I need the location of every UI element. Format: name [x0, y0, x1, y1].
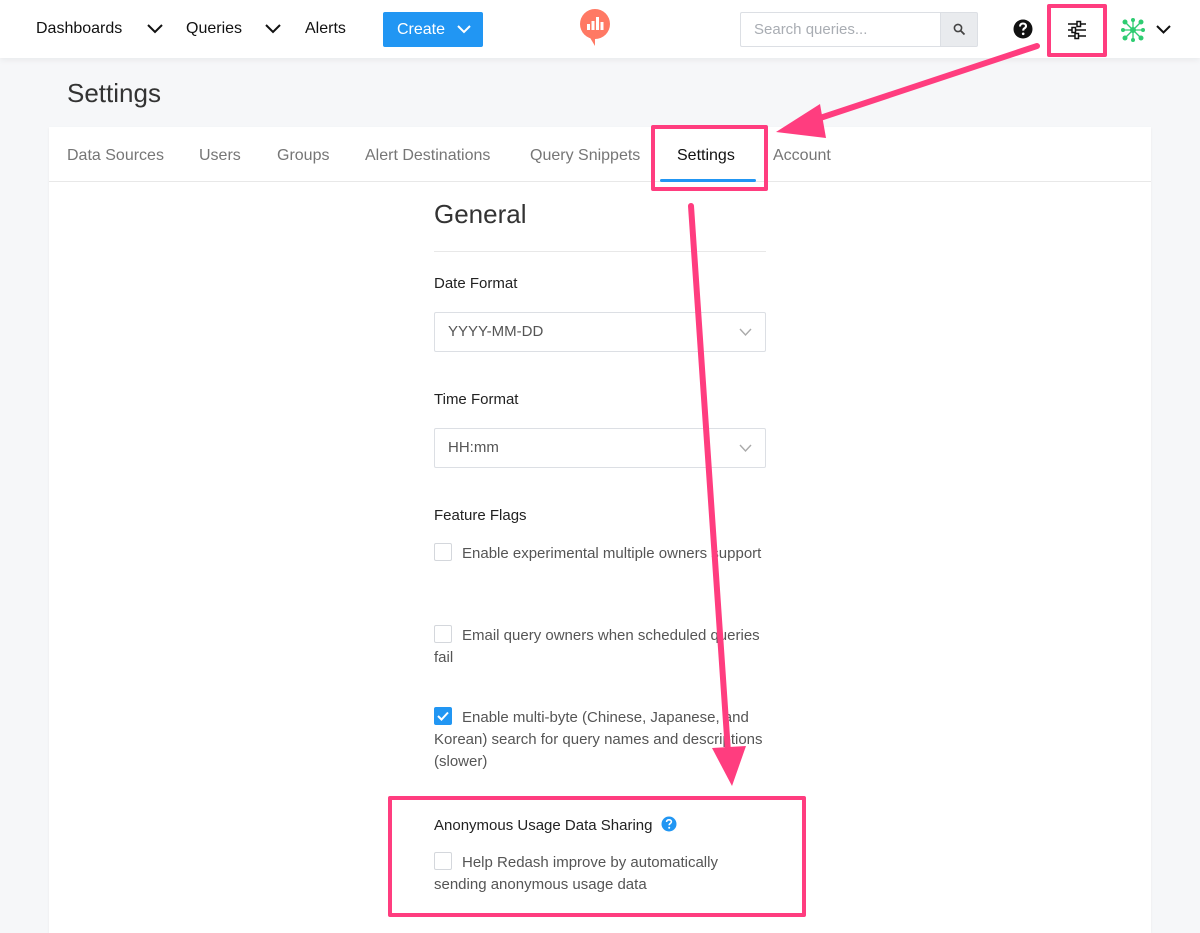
tab-data-sources[interactable]: Data Sources: [67, 127, 164, 182]
time-format-label: Time Format: [434, 391, 519, 408]
search-icon: [953, 23, 966, 36]
checkbox-label: Email query owners when scheduled querie…: [434, 627, 760, 666]
date-format-value: YYYY-MM-DD: [448, 323, 544, 340]
usage-sharing-label-text: Anonymous Usage Data Sharing: [434, 817, 653, 834]
redash-logo-icon[interactable]: [578, 8, 612, 48]
checkbox-label: Help Redash improve by automatically sen…: [434, 854, 718, 893]
tab-users[interactable]: Users: [199, 127, 241, 182]
general-divider: [434, 251, 766, 252]
feature-flag-email-owners[interactable]: Email query owners when scheduled querie…: [434, 625, 774, 669]
time-format-value: HH:mm: [448, 439, 499, 456]
chevron-down-icon: [739, 444, 752, 453]
nav-queries[interactable]: Queries: [186, 0, 242, 58]
checkbox-label: Enable multi-byte (Chinese, Japanese, an…: [434, 709, 763, 770]
date-format-select[interactable]: YYYY-MM-DD: [434, 312, 766, 352]
time-format-select[interactable]: HH:mm: [434, 428, 766, 468]
checkmark-icon: [437, 711, 449, 721]
search-button[interactable]: [940, 12, 978, 47]
help-icon[interactable]: [1013, 19, 1033, 39]
search-input[interactable]: [740, 12, 941, 47]
feature-flags-label: Feature Flags: [434, 507, 527, 524]
checkbox-checked[interactable]: [434, 707, 452, 725]
create-chevron-down-icon: [457, 25, 471, 34]
tab-query-snippets[interactable]: Query Snippets: [530, 127, 640, 182]
feature-flag-multibyte-search[interactable]: Enable multi-byte (Chinese, Japanese, an…: [434, 707, 774, 773]
create-button[interactable]: Create: [383, 12, 483, 47]
chevron-down-icon: [739, 328, 752, 337]
avatar-chevron-down-icon[interactable]: [1155, 21, 1172, 38]
page-title: Settings: [67, 78, 161, 108]
checkbox[interactable]: [434, 543, 452, 561]
feature-flag-multiple-owners[interactable]: Enable experimental multiple owners supp…: [434, 543, 774, 565]
general-heading: General: [434, 199, 527, 229]
active-tab-indicator: [660, 179, 756, 182]
avatar-icon[interactable]: [1120, 17, 1146, 43]
nav-alerts[interactable]: Alerts: [305, 0, 346, 58]
tab-alert-destinations[interactable]: Alert Destinations: [365, 127, 490, 182]
info-icon[interactable]: [661, 816, 677, 832]
queries-chevron-down-icon[interactable]: [264, 20, 282, 38]
nav-dashboards[interactable]: Dashboards: [36, 0, 122, 58]
checkbox[interactable]: [434, 625, 452, 643]
top-navbar: Dashboards Queries Alerts Create: [0, 0, 1200, 58]
tab-groups[interactable]: Groups: [277, 127, 329, 182]
tab-settings[interactable]: Settings: [677, 127, 735, 182]
usage-sharing-label: Anonymous Usage Data Sharing: [434, 816, 677, 834]
settings-tabs: Data Sources Users Groups Alert Destinat…: [49, 127, 1151, 182]
checkbox[interactable]: [434, 852, 452, 870]
create-button-label: Create: [397, 21, 446, 38]
usage-sharing-option[interactable]: Help Redash improve by automatically sen…: [434, 852, 774, 896]
settings-sliders-icon[interactable]: [1066, 19, 1088, 41]
settings-card: Data Sources Users Groups Alert Destinat…: [49, 127, 1151, 933]
tab-account[interactable]: Account: [773, 127, 831, 182]
dashboards-chevron-down-icon[interactable]: [146, 20, 164, 38]
date-format-label: Date Format: [434, 275, 518, 292]
checkbox-label: Enable experimental multiple owners supp…: [462, 545, 762, 562]
